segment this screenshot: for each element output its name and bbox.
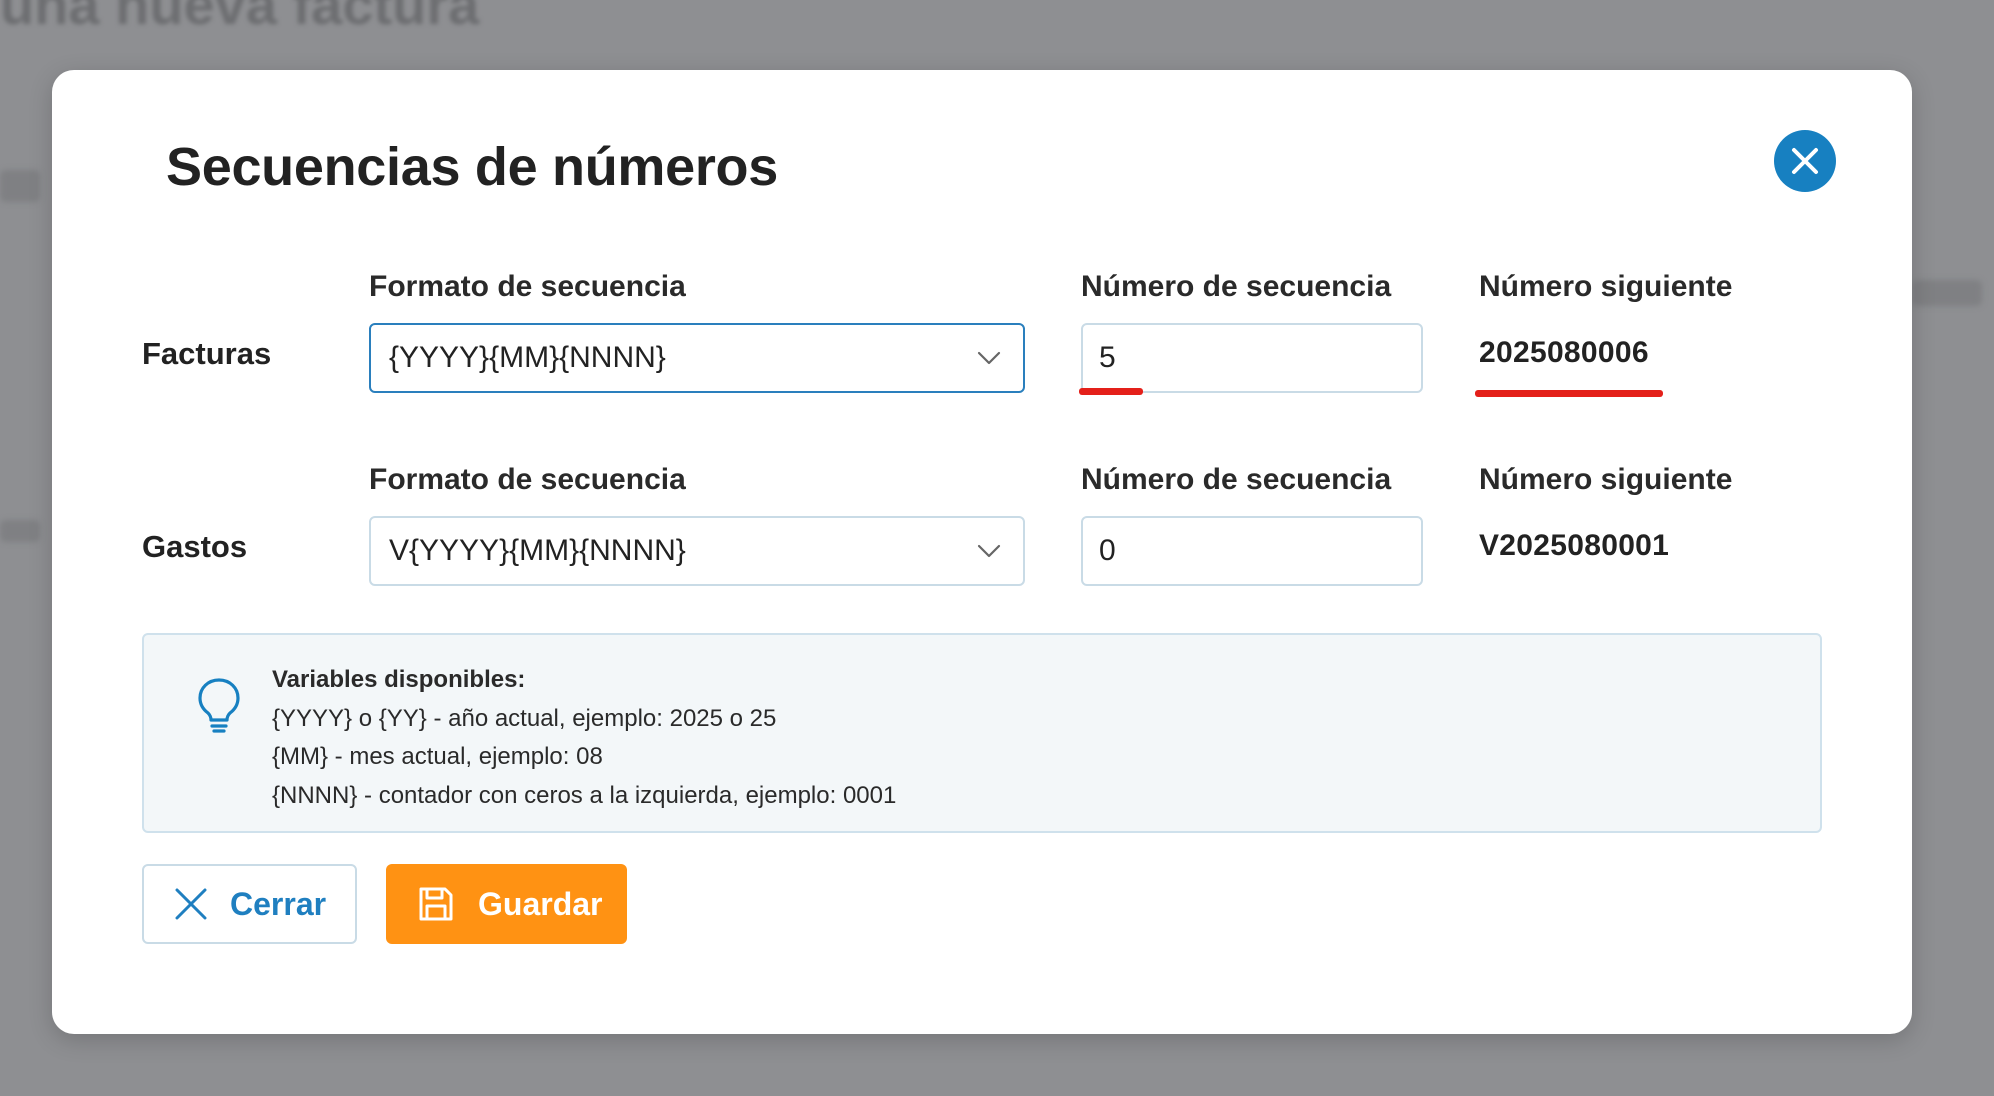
info-line: {NNNN} - contador con ceros a la izquier…: [272, 781, 897, 809]
background-ghost-block: [0, 520, 40, 542]
cancel-button-label: Cerrar: [230, 885, 327, 922]
modal-title: Secuencias de números: [166, 137, 778, 197]
next-number-label: Número siguiente: [1479, 270, 1733, 303]
lightbulb-icon: [198, 678, 240, 733]
gastos-format-value: V{YYYY}{MM}{NNNN}: [389, 534, 686, 567]
facturas-format-value: {YYYY}{MM}{NNNN}: [389, 341, 666, 374]
close-icon: [1792, 148, 1818, 174]
info-line: {MM} - mes actual, ejemplo: 08: [272, 743, 603, 770]
sequence-number-label: Número de secuencia: [1081, 270, 1392, 303]
info-line: {YYYY} o {YY} - año actual, ejemplo: 202…: [272, 704, 777, 732]
save-button[interactable]: Guardar: [386, 864, 627, 944]
sequence-settings-modal: Secuencias de números Facturas Formato d…: [52, 70, 1912, 1034]
row-label-gastos: Gastos: [142, 529, 248, 564]
variables-info-box: Variables disponibles: {YYYY} o {YY} - a…: [142, 633, 1822, 833]
gastos-sequence-input[interactable]: [1081, 516, 1423, 586]
info-heading: Variables disponibles:: [272, 666, 526, 693]
annotation-underline: [1079, 388, 1143, 395]
next-number-label: Número siguiente: [1479, 463, 1733, 496]
annotation-underline: [1475, 390, 1663, 397]
gastos-format-select[interactable]: V{YYYY}{MM}{NNNN}: [369, 516, 1025, 586]
cancel-button[interactable]: Cerrar: [142, 864, 357, 944]
save-icon: [419, 887, 453, 921]
gastos-next-number: V2025080001: [1479, 529, 1670, 562]
background-page-title: una nueva factura: [0, 0, 480, 36]
chevron-down-icon: [977, 351, 1001, 365]
row-label-facturas: Facturas: [142, 336, 272, 371]
close-icon: [175, 888, 207, 920]
facturas-next-number: 2025080006: [1479, 336, 1649, 369]
facturas-format-select[interactable]: {YYYY}{MM}{NNNN}: [369, 323, 1025, 393]
sequence-number-label: Número de secuencia: [1081, 463, 1392, 496]
background-ghost-block: [1912, 280, 1982, 306]
format-label: Formato de secuencia: [369, 463, 686, 496]
format-label: Formato de secuencia: [369, 270, 686, 303]
save-button-label: Guardar: [478, 885, 603, 922]
close-modal-button[interactable]: [1774, 130, 1836, 192]
background-ghost-block: [0, 170, 40, 202]
chevron-down-icon: [977, 544, 1001, 558]
facturas-sequence-input[interactable]: [1081, 323, 1423, 393]
